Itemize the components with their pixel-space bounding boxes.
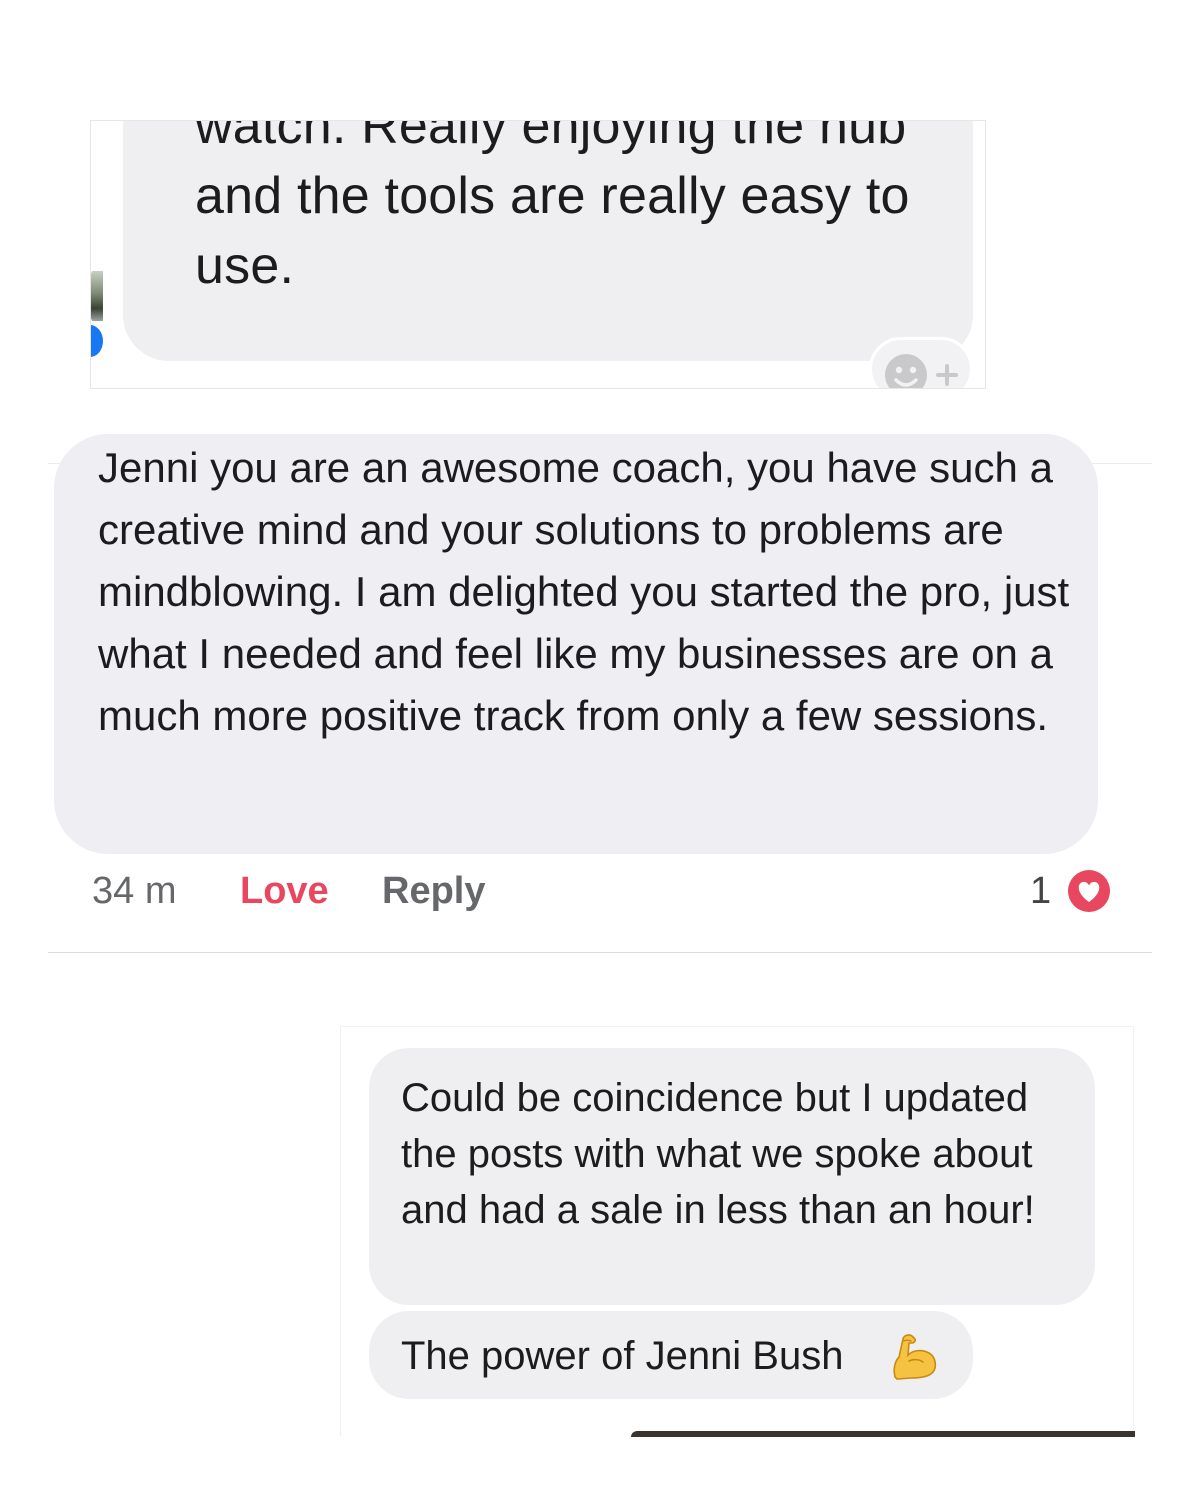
love-button[interactable]: Love — [240, 870, 329, 913]
message-bubble: Could be coincidence but I updated the p… — [369, 1048, 1095, 1305]
message-bubble: watch. Really enjoying the hub and the t… — [123, 120, 973, 361]
screenshot-comment-1: watch. Really enjoying the hub and the t… — [90, 120, 986, 389]
message-text: Could be coincidence but I updated the p… — [401, 1076, 1035, 1232]
reply-button[interactable]: Reply — [382, 870, 485, 913]
reaction-count: 1 — [1030, 870, 1052, 912]
add-reaction-button[interactable] — [869, 337, 973, 388]
flexed-biceps-icon — [893, 1334, 937, 1380]
online-badge-icon — [91, 325, 103, 357]
comment-actions: 34 m Love Reply 1 — [48, 864, 1152, 924]
comment-bubble: Jenni you are an awesome coach, you have… — [54, 434, 1098, 854]
love-reaction-icon[interactable] — [1064, 866, 1114, 916]
smiley-plus-icon — [885, 354, 958, 388]
avatar[interactable] — [91, 271, 103, 321]
screenshot-messages: Could be coincidence but I updated the p… — [340, 1026, 1135, 1437]
message-text: The power of Jenni Bush — [401, 1334, 844, 1378]
timestamp: 34 m — [92, 870, 177, 912]
comment-text: Jenni you are an awesome coach, you have… — [98, 444, 1070, 739]
message-bubble: The power of Jenni Bush — [369, 1311, 973, 1399]
message-text: watch. Really enjoying the hub and the t… — [195, 120, 910, 295]
media-strip — [631, 1431, 1135, 1437]
screenshot-comment-2: Jenni you are an awesome coach, you have… — [48, 434, 1152, 953]
